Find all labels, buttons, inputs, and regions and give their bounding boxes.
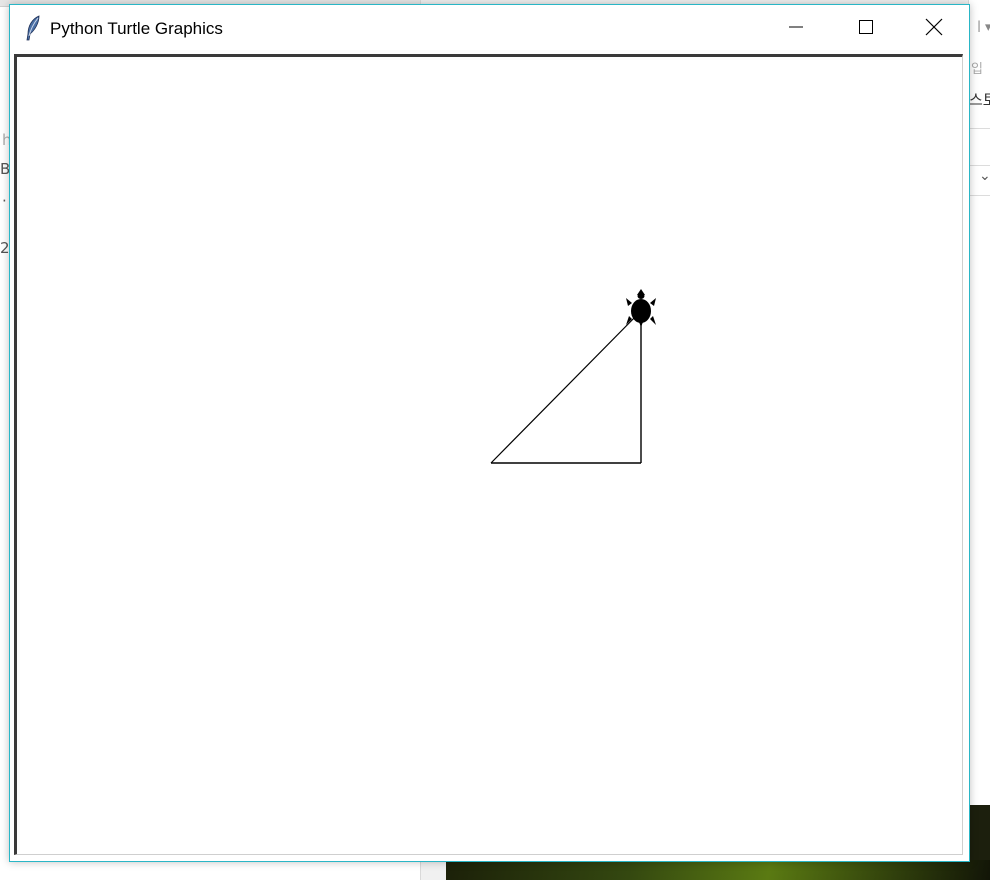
turtle-drawing [490, 289, 656, 464]
close-icon [925, 18, 943, 40]
turtle-window[interactable]: Python Turtle Graphics [9, 4, 970, 862]
background-divider [969, 165, 990, 166]
background-window-right: ㅣ▾ 입 스토 ⌄ [968, 0, 990, 805]
turtle-canvas[interactable] [14, 54, 963, 855]
maximize-button[interactable] [831, 5, 901, 52]
close-button[interactable] [899, 5, 969, 52]
minimize-button[interactable] [761, 5, 831, 52]
background-text-fragment: ⌄ [979, 168, 990, 184]
minimize-icon [788, 19, 804, 39]
maximize-icon [858, 19, 874, 39]
background-text-fragment: · [2, 192, 7, 210]
background-divider [969, 195, 990, 196]
background-text-fragment: 스토 [969, 91, 990, 109]
titlebar[interactable]: Python Turtle Graphics [10, 5, 969, 52]
triangle-hypotenuse-line [490, 310, 642, 464]
background-text-fragment: 입 [971, 62, 983, 77]
background-divider [969, 128, 990, 129]
feather-icon [24, 15, 42, 41]
window-title: Python Turtle Graphics [50, 19, 223, 38]
background-text-fragment: ㅣ▾ [973, 20, 990, 35]
